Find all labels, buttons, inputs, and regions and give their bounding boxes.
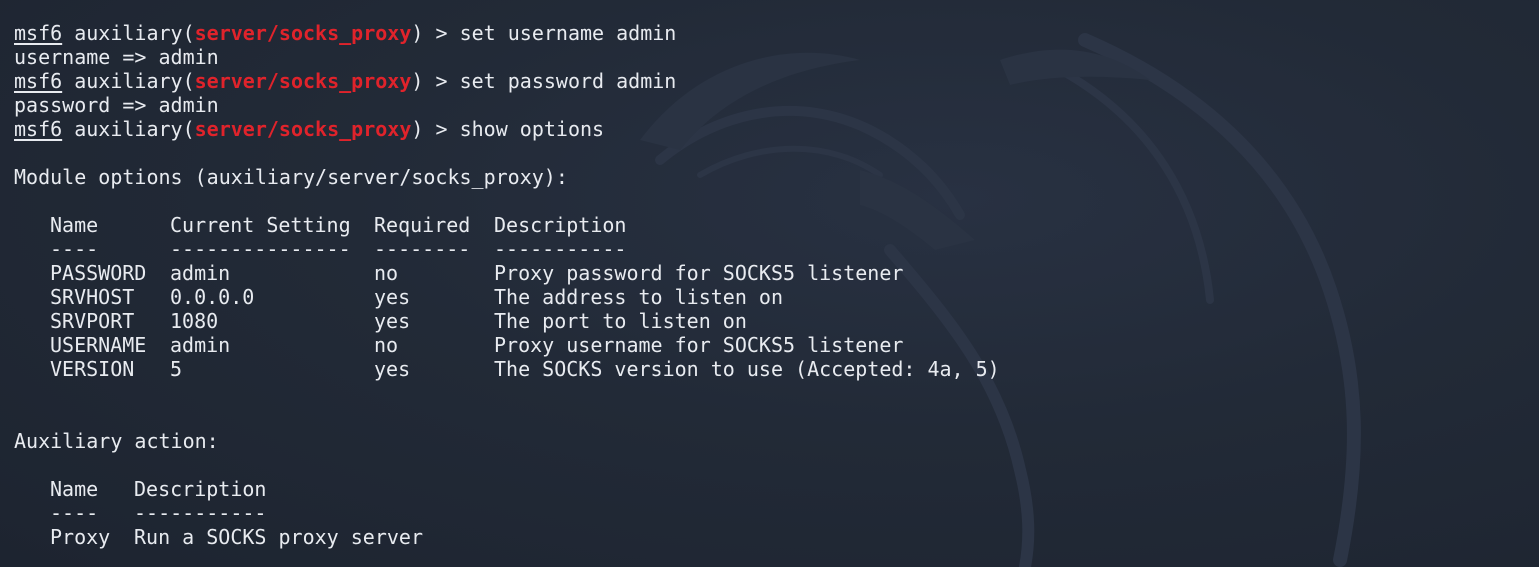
prompt-type: auxiliary xyxy=(74,21,183,45)
prompt-framework: msf6 xyxy=(14,21,63,45)
column-header: Description xyxy=(494,213,627,237)
option-description: Proxy password for SOCKS5 listener xyxy=(494,261,904,285)
column-separator: ---- xyxy=(50,501,99,525)
action-name: Proxy xyxy=(50,525,111,549)
prompt-module: server/socks_proxy xyxy=(194,117,412,141)
prompt-framework: msf6 xyxy=(14,69,63,93)
action-separator-row: ---- ----------- xyxy=(14,501,1000,525)
column-header: Name xyxy=(50,477,99,501)
option-description: The port to listen on xyxy=(494,309,747,333)
column-separator: ----------- xyxy=(134,501,267,525)
prompt-suffix: > xyxy=(435,117,460,141)
option-required: yes xyxy=(374,309,411,333)
prompt-suffix: > xyxy=(435,69,460,93)
table-row: SRVPORT 1080 yes The port to listen on xyxy=(14,309,1000,333)
terminal-output: msf6 auxiliary(server/socks_proxy) > set… xyxy=(14,21,1000,549)
table-row: VERSION 5 yes The SOCKS version to use (Acc… xyxy=(14,357,1000,381)
option-description: Proxy username for SOCKS5 listener xyxy=(494,333,904,357)
column-separator: ----------- xyxy=(494,237,627,261)
command-line: msf6 auxiliary(server/socks_proxy) > set… xyxy=(14,69,677,93)
column-header: Description xyxy=(134,477,267,501)
prompt-module: server/socks_proxy xyxy=(194,69,412,93)
table-row: Proxy Run a SOCKS proxy server xyxy=(14,525,1000,549)
option-required: yes xyxy=(374,285,411,309)
column-separator: -------- xyxy=(374,237,471,261)
prompt-module: server/socks_proxy xyxy=(194,21,412,45)
option-name: SRVPORT xyxy=(50,309,135,333)
option-required: yes xyxy=(374,357,411,381)
section-title: Auxiliary action: xyxy=(14,429,219,453)
option-name: PASSWORD xyxy=(50,261,147,285)
option-setting: 0.0.0.0 xyxy=(170,285,255,309)
terminal-window[interactable]: msf6 auxiliary(server/socks_proxy) > set… xyxy=(0,0,1539,567)
action-description: Run a SOCKS proxy server xyxy=(134,525,423,549)
prompt-type: auxiliary xyxy=(74,117,183,141)
prompt-type: auxiliary xyxy=(74,69,183,93)
section-title: Module options (auxiliary/server/socks_p… xyxy=(14,165,568,189)
option-description: The SOCKS version to use (Accepted: 4a, … xyxy=(494,357,1000,381)
column-header: Current Setting xyxy=(170,213,351,237)
command-text: set username admin xyxy=(459,21,677,45)
command-line: msf6 auxiliary(server/socks_proxy) > sho… xyxy=(14,117,605,141)
command-output: username => admin xyxy=(14,45,219,69)
column-header: Required xyxy=(374,213,471,237)
command-text: show options xyxy=(459,117,605,141)
option-required: no xyxy=(374,333,399,357)
options-header-row: Name Current Setting Required Description xyxy=(14,213,1000,237)
option-setting: admin xyxy=(170,333,231,357)
option-required: no xyxy=(374,261,399,285)
option-setting: 1080 xyxy=(170,309,219,333)
prompt-framework: msf6 xyxy=(14,117,63,141)
option-setting: 5 xyxy=(170,357,183,381)
column-separator: --------------- xyxy=(170,237,351,261)
table-row: USERNAME admin no Proxy username for SOCKS5… xyxy=(14,333,1000,357)
column-separator: ---- xyxy=(50,237,99,261)
command-text: set password admin xyxy=(459,69,677,93)
table-row: PASSWORD admin no Proxy password for SOCKS5… xyxy=(14,261,1000,285)
option-description: The address to listen on xyxy=(494,285,783,309)
option-setting: admin xyxy=(170,261,231,285)
command-output: password => admin xyxy=(14,93,219,117)
action-header-row: Name Description xyxy=(14,477,1000,501)
options-separator-row: ---- --------------- -------- ----------- xyxy=(14,237,1000,261)
command-line: msf6 auxiliary(server/socks_proxy) > set… xyxy=(14,21,677,45)
prompt-suffix: > xyxy=(435,21,460,45)
table-row: SRVHOST 0.0.0.0 yes The address to listen o… xyxy=(14,285,1000,309)
option-name: USERNAME xyxy=(50,333,147,357)
option-name: VERSION xyxy=(50,357,135,381)
column-header: Name xyxy=(50,213,99,237)
option-name: SRVHOST xyxy=(50,285,135,309)
